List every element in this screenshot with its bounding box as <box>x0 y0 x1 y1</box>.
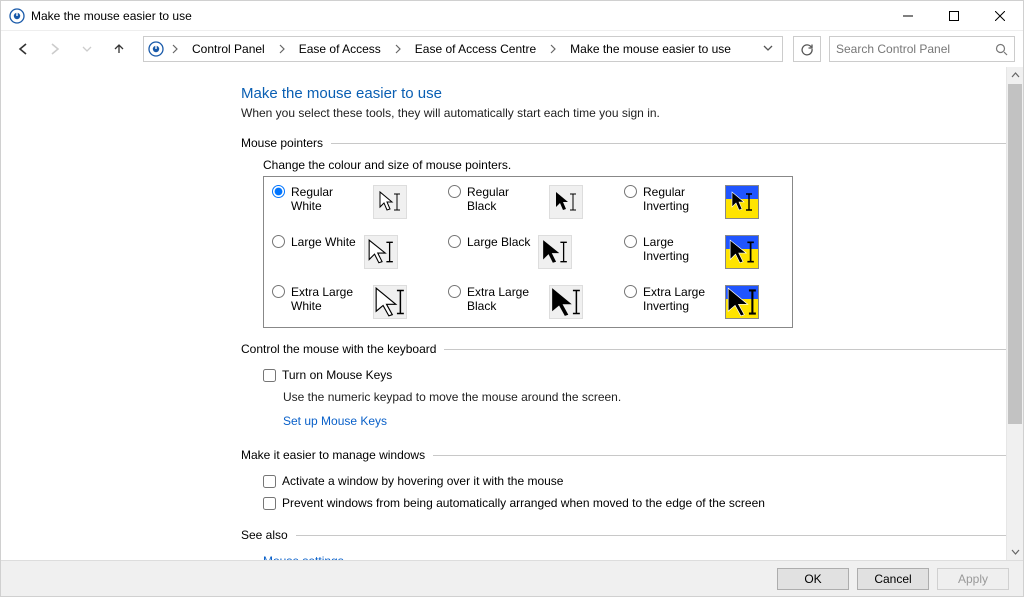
search-input[interactable]: Search Control Panel <box>829 36 1015 62</box>
option-extra-large-black[interactable]: Extra Large Black <box>448 285 541 313</box>
option-regular-white[interactable]: Regular White <box>272 185 365 213</box>
option-large-inverting[interactable]: Large Inverting <box>624 235 717 263</box>
chevron-right-icon[interactable] <box>275 44 289 54</box>
forward-button[interactable] <box>41 35 69 63</box>
cursor-preview-icon <box>373 285 407 319</box>
radio-extra-large-inverting[interactable] <box>624 285 637 298</box>
checkbox-prevent-arrange[interactable] <box>263 497 276 510</box>
apply-button[interactable]: Apply <box>937 568 1009 590</box>
mouse-keyboard-group: Control the mouse with the keyboard Turn… <box>241 342 1006 434</box>
content-area: Make the mouse easier to use When you se… <box>1 67 1006 560</box>
radio-regular-white[interactable] <box>272 185 285 198</box>
scroll-down-button[interactable] <box>1007 543 1023 560</box>
group-legend: Make it easier to manage windows <box>241 448 425 462</box>
radio-large-black[interactable] <box>448 235 461 248</box>
manage-windows-group: Make it easier to manage windows Activat… <box>241 448 1006 514</box>
window-title: Make the mouse easier to use <box>31 9 192 23</box>
option-large-white[interactable]: Large White <box>272 235 356 249</box>
radio-extra-large-black[interactable] <box>448 285 461 298</box>
title-bar: Make the mouse easier to use <box>1 1 1023 31</box>
checkbox-activate-hover-label[interactable]: Activate a window by hovering over it wi… <box>282 474 563 488</box>
breadcrumb-make-mouse-easier[interactable]: Make the mouse easier to use <box>564 37 737 61</box>
radio-extra-large-white[interactable] <box>272 285 285 298</box>
checkbox-mouse-keys[interactable] <box>263 369 276 382</box>
group-legend: See also <box>241 528 288 542</box>
cursor-preview-icon <box>725 235 759 269</box>
breadcrumb-ease-of-access-centre[interactable]: Ease of Access Centre <box>409 37 542 61</box>
vertical-scrollbar[interactable] <box>1006 67 1023 560</box>
chevron-right-icon[interactable] <box>391 44 405 54</box>
option-regular-inverting[interactable]: Regular Inverting <box>624 185 717 213</box>
refresh-button[interactable] <box>793 36 821 62</box>
radio-regular-black[interactable] <box>448 185 461 198</box>
pointers-subtext: Change the colour and size of mouse poin… <box>263 158 1006 172</box>
cursor-preview-icon <box>725 285 759 319</box>
cancel-button[interactable]: Cancel <box>857 568 929 590</box>
page-subtitle: When you select these tools, they will a… <box>241 106 1006 120</box>
nav-toolbar: Control Panel Ease of Access Ease of Acc… <box>1 31 1023 67</box>
cursor-preview-icon <box>549 185 583 219</box>
option-large-black[interactable]: Large Black <box>448 235 530 249</box>
group-legend: Mouse pointers <box>241 136 323 150</box>
breadcrumb-ease-of-access[interactable]: Ease of Access <box>293 37 387 61</box>
link-setup-mouse-keys[interactable]: Set up Mouse Keys <box>283 414 387 428</box>
scroll-thumb[interactable] <box>1008 84 1022 424</box>
search-placeholder: Search Control Panel <box>836 42 995 56</box>
checkbox-activate-hover[interactable] <box>263 475 276 488</box>
option-regular-black[interactable]: Regular Black <box>448 185 541 213</box>
radio-large-inverting[interactable] <box>624 235 637 248</box>
recent-dropdown-icon[interactable] <box>73 35 101 63</box>
group-legend: Control the mouse with the keyboard <box>241 342 436 356</box>
cursor-preview-icon <box>364 235 398 269</box>
address-history-dropdown[interactable] <box>758 42 778 56</box>
radio-regular-inverting[interactable] <box>624 185 637 198</box>
mouse-keys-note: Use the numeric keypad to move the mouse… <box>283 386 1006 408</box>
see-also-group: See also Mouse settings <box>241 528 1006 560</box>
option-extra-large-white[interactable]: Extra Large White <box>272 285 365 313</box>
address-bar[interactable]: Control Panel Ease of Access Ease of Acc… <box>143 36 783 62</box>
back-button[interactable] <box>9 35 37 63</box>
minimize-button[interactable] <box>885 1 931 31</box>
option-extra-large-inverting[interactable]: Extra Large Inverting <box>624 285 717 313</box>
ok-button[interactable]: OK <box>777 568 849 590</box>
checkbox-prevent-arrange-label[interactable]: Prevent windows from being automatically… <box>282 496 765 510</box>
search-icon <box>995 43 1008 56</box>
link-mouse-settings[interactable]: Mouse settings <box>263 554 344 560</box>
cursor-preview-icon <box>725 185 759 219</box>
pointer-scheme-table: Regular White Regular Black <box>263 176 793 328</box>
cursor-preview-icon <box>538 235 572 269</box>
breadcrumb-control-panel[interactable]: Control Panel <box>186 37 271 61</box>
close-button[interactable] <box>977 1 1023 31</box>
radio-large-white[interactable] <box>272 235 285 248</box>
scroll-up-button[interactable] <box>1007 67 1023 84</box>
chevron-right-icon[interactable] <box>546 44 560 54</box>
page-heading: Make the mouse easier to use <box>241 85 1006 102</box>
up-button[interactable] <box>105 35 133 63</box>
cursor-preview-icon <box>373 185 407 219</box>
control-panel-icon <box>9 8 25 24</box>
mouse-pointers-group: Mouse pointers Change the colour and siz… <box>241 136 1006 328</box>
cursor-preview-icon <box>549 285 583 319</box>
chevron-right-icon[interactable] <box>168 44 182 54</box>
maximize-button[interactable] <box>931 1 977 31</box>
control-panel-icon <box>148 41 164 57</box>
dialog-button-bar: OK Cancel Apply <box>1 560 1023 596</box>
checkbox-mouse-keys-label[interactable]: Turn on Mouse Keys <box>282 368 392 382</box>
